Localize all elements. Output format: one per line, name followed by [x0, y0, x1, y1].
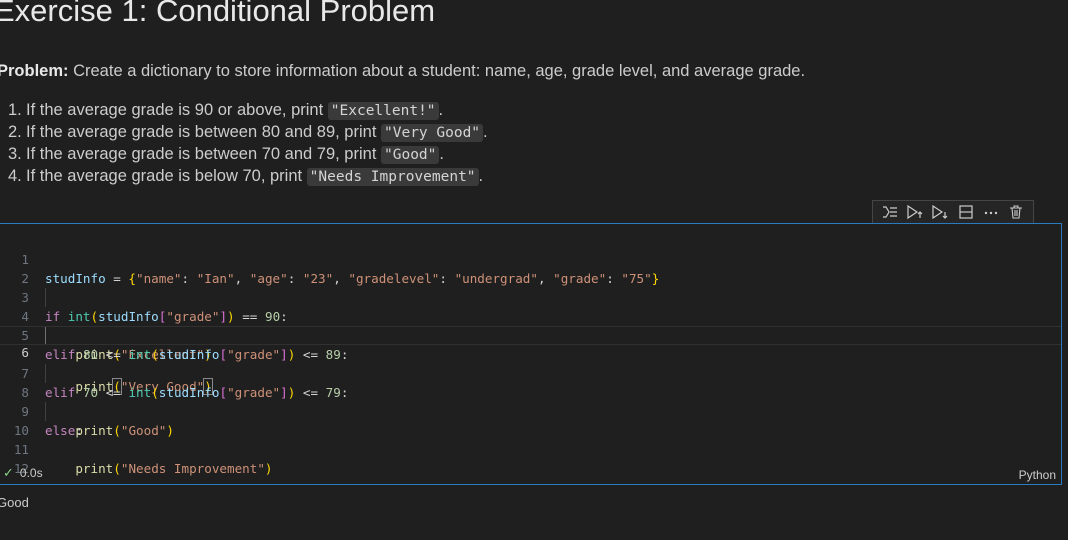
check-icon: ✓: [3, 465, 14, 480]
more-icon[interactable]: [980, 202, 1002, 222]
execute-above-icon[interactable]: [879, 202, 901, 222]
code-line-active[interactable]: 6 print("Very Good"): [0, 326, 1061, 395]
code-line[interactable]: 9 else:: [0, 383, 1061, 438]
inline-code: "Excellent!": [327, 102, 439, 120]
inline-code: "Needs Improvement": [306, 168, 479, 186]
execution-time: 0.0s: [19, 466, 43, 480]
code-line[interactable]: 5 elif 80 <= int(studInfo["grade"]) <= 8…: [0, 307, 1061, 362]
problem-label: Problem:: [0, 62, 69, 80]
inline-code: "Very Good": [381, 124, 484, 142]
cell-output: Good: [0, 495, 29, 510]
problem-text: Create a dictionary to store information…: [68, 62, 806, 80]
code-editor[interactable]: 1 studInfo = {"name": "Ian", "age": "23"…: [0, 231, 1061, 476]
requirements-list: 1. If the average grade is 90 or above, p…: [8, 99, 488, 187]
list-item: 2. If the average grade is between 80 and…: [8, 123, 488, 142]
list-item: 3. If the average grade is between 70 and…: [8, 145, 444, 164]
execute-cell-above-icon[interactable]: [904, 202, 926, 222]
code-line[interactable]: 4 print("Excellent"): [0, 288, 1061, 362]
language-selector[interactable]: Python: [1019, 468, 1056, 482]
code-line[interactable]: 10 print("Needs Improvement"): [0, 402, 1061, 476]
code-cell[interactable]: 1 studInfo = {"name": "Ian", "age": "23"…: [0, 223, 1062, 485]
code-line[interactable]: 7 elif 70 <= int(studInfo["grade"]) <= 7…: [0, 345, 1061, 400]
list-item: 1. If the average grade is 90 or above, p…: [8, 101, 444, 120]
list-item: 4. If the average grade is below 70, prin…: [8, 167, 484, 186]
code-line[interactable]: 12: [0, 440, 1061, 476]
cell-toolbar: [872, 200, 1034, 224]
split-cell-icon[interactable]: [955, 202, 977, 222]
code-line[interactable]: 3 if int(studInfo["grade"]) == 90:: [0, 269, 1061, 324]
markdown-title: Exercise 1: Conditional Problem: [0, 0, 436, 28]
execute-cell-below-icon[interactable]: [929, 202, 951, 222]
problem-statement: Problem: Create a dictionary to store in…: [0, 62, 805, 81]
code-line[interactable]: 1 studInfo = {"name": "Ian", "age": "23"…: [0, 231, 1061, 286]
cell-execution-status: ✓ 0.0s: [3, 465, 43, 481]
inline-code: "Good": [381, 146, 440, 164]
code-line[interactable]: 2: [0, 250, 1061, 286]
code-line[interactable]: 8 print("Good"): [0, 364, 1061, 438]
delete-icon[interactable]: [1005, 202, 1027, 222]
code-line[interactable]: 11: [0, 421, 1061, 457]
